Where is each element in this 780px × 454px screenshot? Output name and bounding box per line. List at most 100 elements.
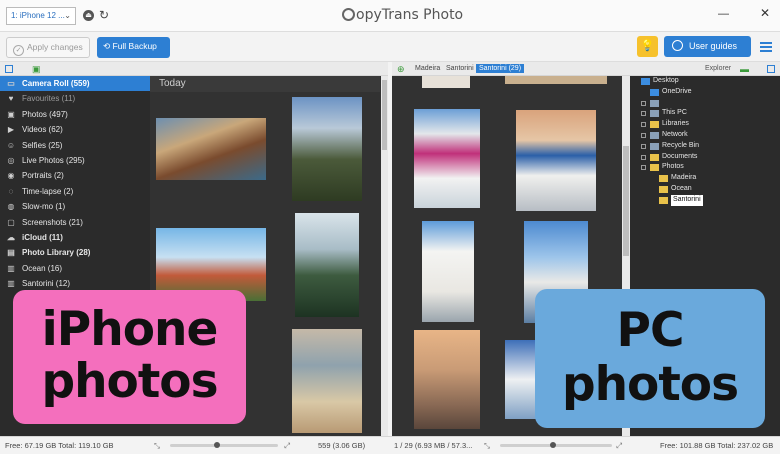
photo-white-alley[interactable] [422,221,474,322]
explorer-label: Explorer [705,65,732,72]
tree-item[interactable]: Desktop [630,76,780,87]
photo-mountain-pines[interactable] [292,97,362,201]
device-select[interactable]: 1: iPhone 12 ... ⌄ [6,7,76,25]
iphone-photos-overlay: iPhone photos [13,290,246,424]
photo-blue-dome-church[interactable] [516,110,596,211]
sidebar-item-label: Santorini (12) [22,279,71,289]
tree-item[interactable]: Ocean [630,184,780,195]
tab-santorini[interactable]: Santorini [443,64,477,73]
sidebar-item[interactable]: ▣ Photos (497) [0,107,150,122]
refresh-icon[interactable]: ↻ [99,8,109,22]
collapse-sidebar-icon[interactable] [5,65,13,73]
folder-icon [659,196,668,204]
expand-toggle-icon[interactable] [641,100,646,106]
photo-sunset-stairs[interactable] [414,330,480,429]
photo-coastal-road[interactable] [156,118,266,180]
pc-zoom-slider[interactable] [500,442,612,448]
tips-lightbulb-button[interactable]: 💡 [637,36,658,57]
sidebar-item[interactable]: ◌ Time-lapse (2) [0,184,150,199]
eject-icon[interactable]: ⏏ [83,10,94,21]
iphone-grid-scrollbar[interactable] [381,76,388,436]
shrink-icon[interactable]: ⤡ [484,441,490,451]
tree-item[interactable]: This PC [630,108,780,119]
sidebar-item-label: Camera Roll (559) [22,79,90,88]
folder-icon [650,99,659,107]
new-album-icon[interactable]: ▣ [32,64,42,74]
iphone-zoom-slider[interactable] [170,442,278,448]
sidebar-item-label: Time-lapse (2) [22,186,74,196]
photo-partial-top[interactable] [422,76,470,88]
library-icon: ▤ [7,248,15,258]
overlay-iphone-line2: photos [41,354,218,409]
sidebar-item-label: Favourites (11) [22,94,76,104]
status-bar: Free: 67.19 GB Total: 119.10 GB ⤡ ⤢ 559 … [0,436,780,454]
folder-icon [650,88,659,96]
folder-icon [659,175,668,183]
tree-item[interactable]: Photos [630,162,780,173]
sidebar-item-label: Screenshots (21) [22,217,83,227]
add-folder-icon[interactable]: ⊕ [397,64,407,74]
live-photo-icon: ◎ [7,155,15,165]
sidebar-item[interactable]: ▤ Photo Library (28) [0,245,150,260]
sidebar-item-label: Photos (497) [22,109,68,119]
tree-item[interactable] [630,98,780,109]
slider-knob[interactable] [550,442,556,448]
tab-santorini-29[interactable]: Santorini (29) [476,64,525,73]
hamburger-menu-icon[interactable] [760,42,772,54]
expand-toggle-icon[interactable] [641,143,646,149]
date-group-header: Today [150,76,380,92]
sidebar-item[interactable]: ☁ iCloud (11) [0,230,150,245]
overlay-iphone-line1: iPhone [41,302,219,357]
sidebar-item-label: Slow-mo (1) [22,202,66,212]
copytrans-photo-window: 1: iPhone 12 ... ⌄ ⏏ ↻ opyTrans Photo — … [0,0,780,454]
sidebar-item-label: Live Photos (295) [22,155,85,165]
sidebar-item[interactable]: ♥ Favourites (11) [0,91,150,106]
sidebar-item[interactable]: ☺ Selfies (25) [0,138,150,153]
tree-item[interactable]: OneDrive [630,87,780,98]
expand-toggle-icon[interactable] [641,111,646,117]
close-icon[interactable]: ✕ [760,6,770,20]
sidebar-item[interactable]: ▥ Ocean (16) [0,261,150,276]
expand-toggle-icon[interactable] [641,165,646,171]
tree-item[interactable]: Recycle Bin [630,141,780,152]
tree-item[interactable]: Santorini [630,194,780,206]
photo-partial-top-right[interactable] [505,76,607,84]
sidebar-item[interactable]: ▢ Screenshots (21) [0,215,150,230]
device-name: 1: iPhone 12 ... [11,11,65,20]
expand-toggle-icon[interactable] [641,122,646,128]
sidebar-item-label: iCloud (11) [22,232,63,242]
user-guides-button[interactable]: User guides [664,36,751,57]
sidebar-item[interactable]: ▶ Videos (62) [0,122,150,137]
globe-icon [672,40,683,51]
shrink-icon[interactable]: ⤡ [154,441,160,451]
photo-forest-fog[interactable] [295,213,359,317]
expand-icon[interactable]: ⤢ [284,441,290,451]
sidebar-item[interactable]: ◍ Slow-mo (1) [0,199,150,214]
tree-item[interactable]: Madeira [630,173,780,184]
collapse-explorer-icon[interactable] [767,65,775,73]
sidebar-item-label: Ocean (16) [22,263,63,273]
folder-icon[interactable]: ▬ [740,64,750,74]
expand-toggle-icon[interactable] [641,154,646,160]
copytrans-logo-icon [342,8,355,21]
minimize-icon[interactable]: — [718,8,729,20]
sidebar-item[interactable]: ◎ Live Photos (295) [0,153,150,168]
sidebar-item[interactable]: ▭ Camera Roll (559) [0,76,150,92]
apply-changes-button[interactable]: ✓ Apply changes [6,37,90,58]
slider-knob[interactable] [214,442,220,448]
sidebar-item[interactable]: ◉ Portraits (2) [0,168,150,183]
tree-item[interactable]: Libraries [630,119,780,130]
photo-beach-sea-lion[interactable] [292,329,362,433]
pc-photos-overlay: PC photos [535,289,765,428]
full-backup-button[interactable]: ⟲ Full Backup [97,37,170,58]
expand-toggle-icon[interactable] [641,132,646,138]
lightbulb-icon: 💡 [640,40,655,52]
expand-icon[interactable]: ⤢ [616,441,622,451]
tab-madeira[interactable]: Madeira [412,64,443,73]
tree-item[interactable]: Documents [630,152,780,163]
tree-item[interactable]: Network [630,130,780,141]
pc-storage-status: Free: 101.88 GB Total: 237.02 GB [660,441,774,450]
scrollbar-thumb[interactable] [382,80,387,150]
scrollbar-thumb[interactable] [623,146,629,256]
photo-bougainvillea-house[interactable] [414,109,480,208]
